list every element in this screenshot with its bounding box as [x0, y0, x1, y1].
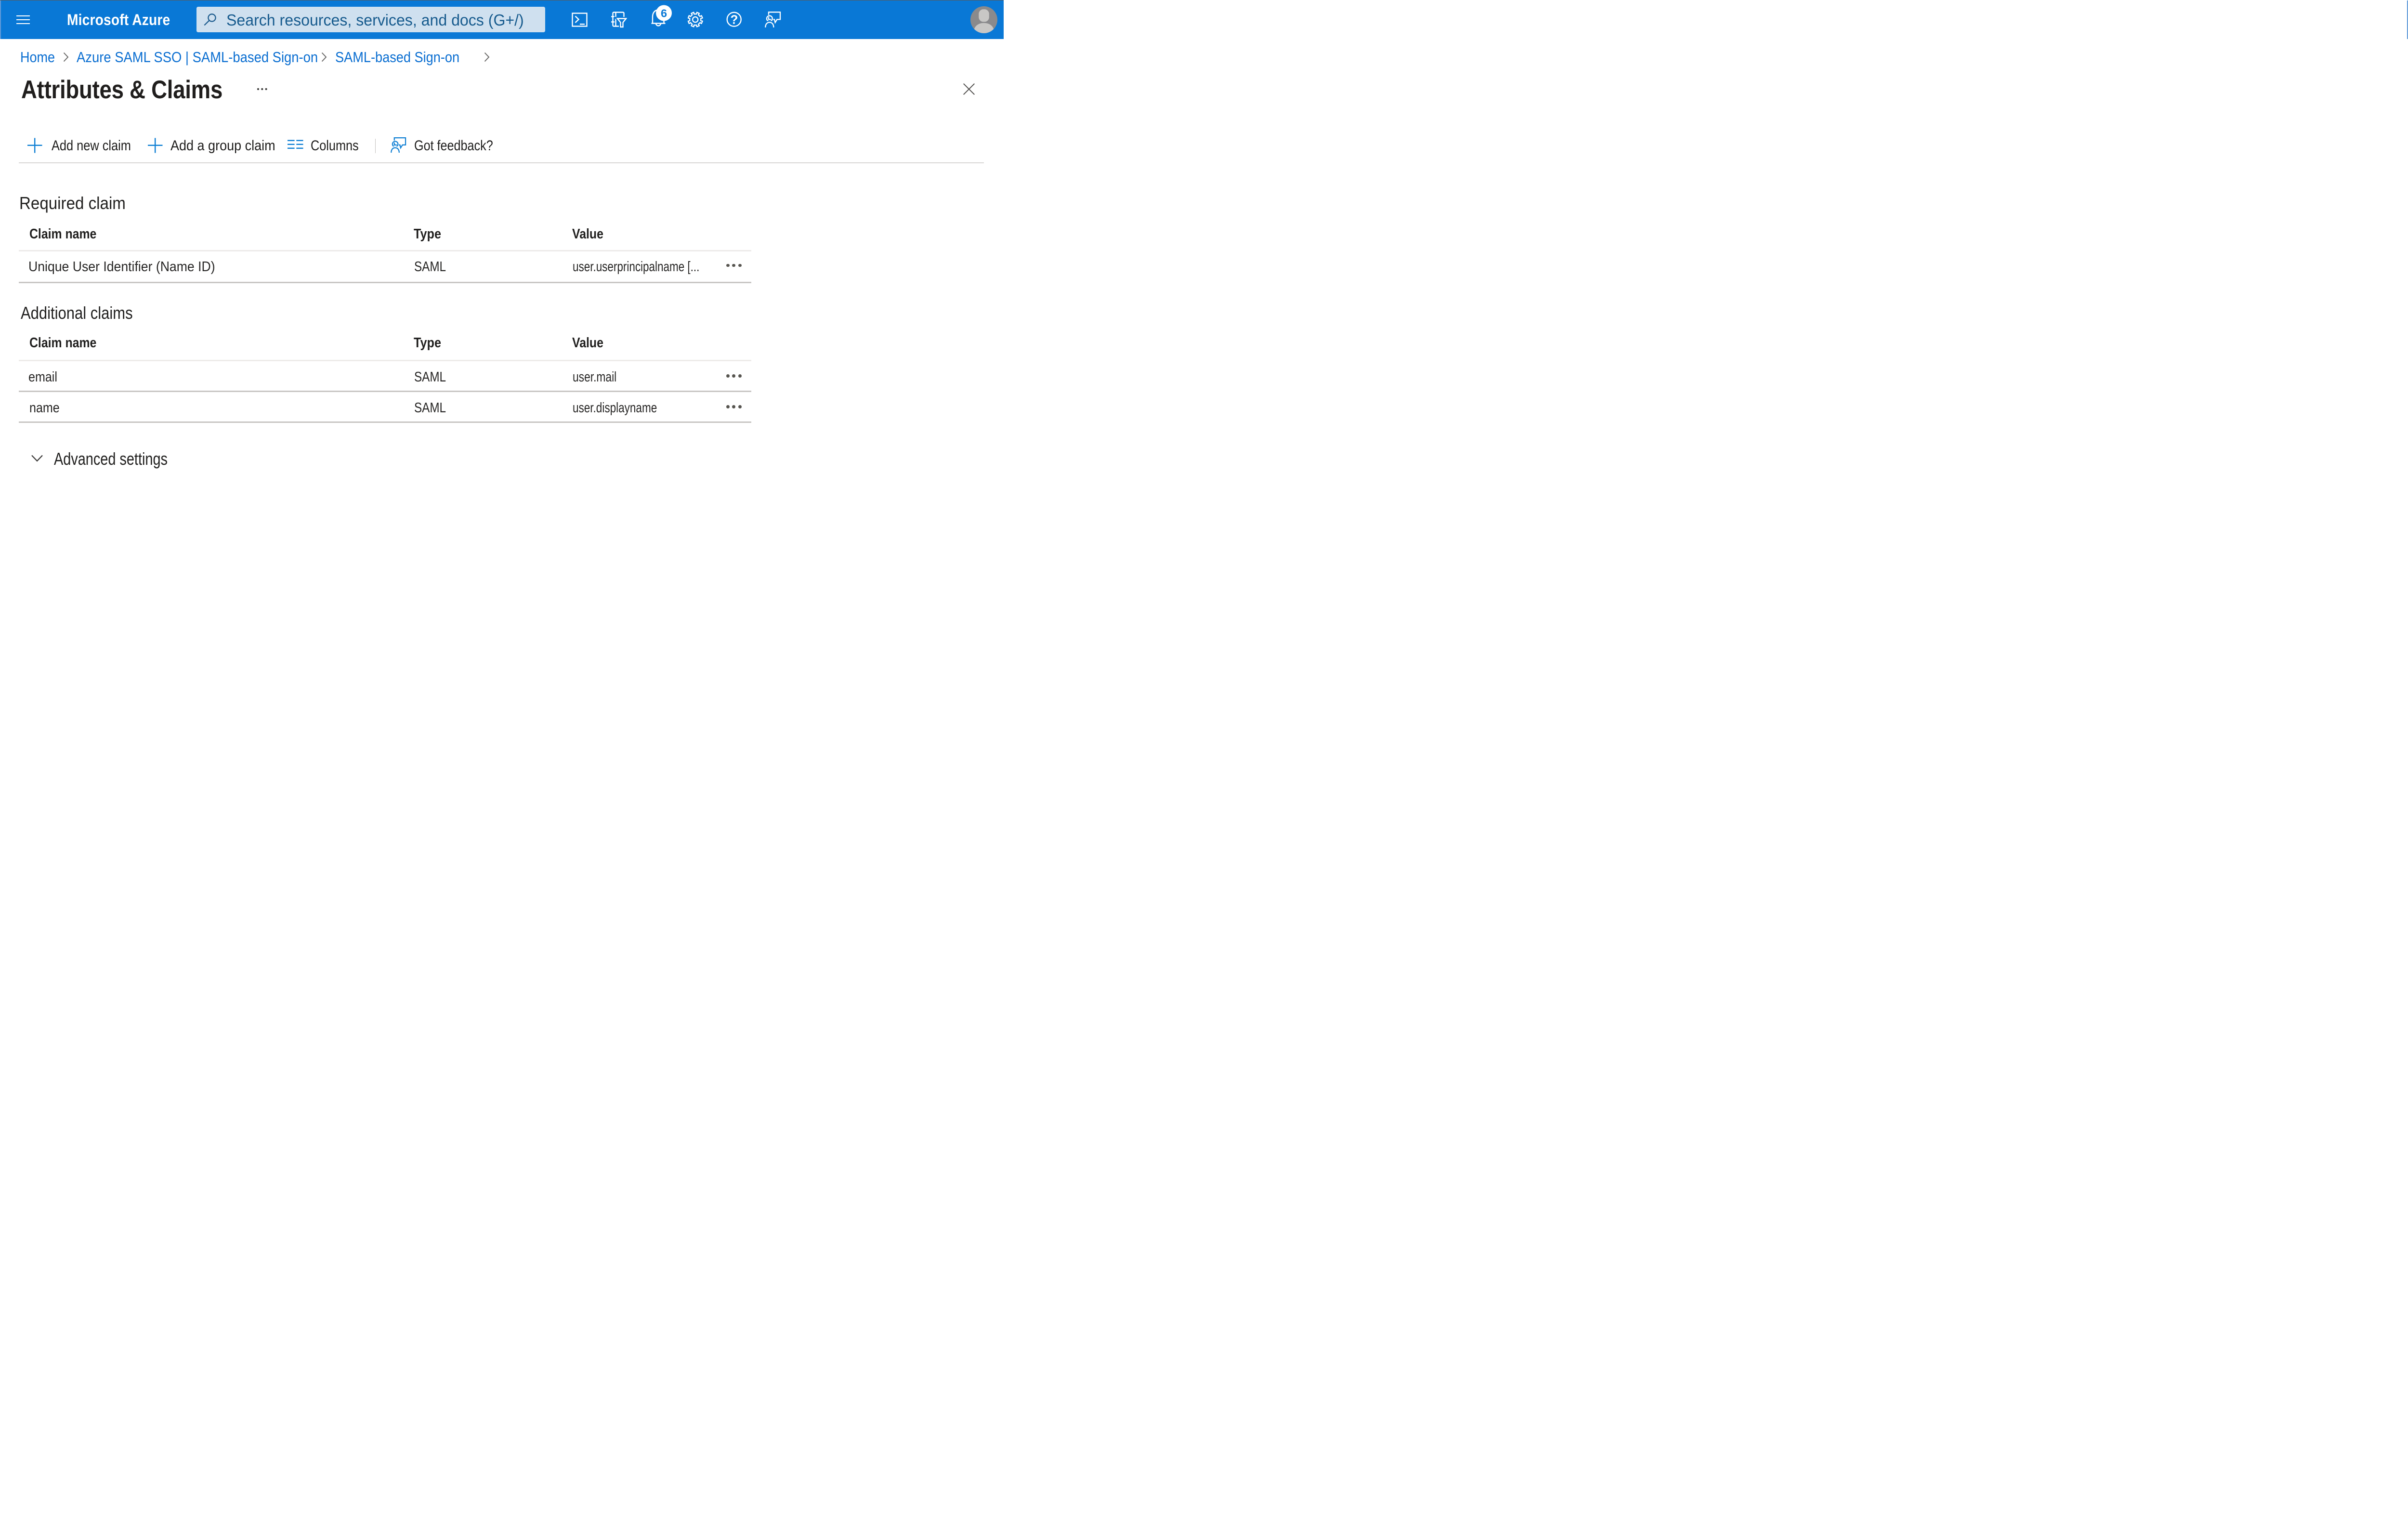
svg-text:?: ?	[730, 12, 738, 26]
svg-text:6: 6	[661, 7, 667, 20]
